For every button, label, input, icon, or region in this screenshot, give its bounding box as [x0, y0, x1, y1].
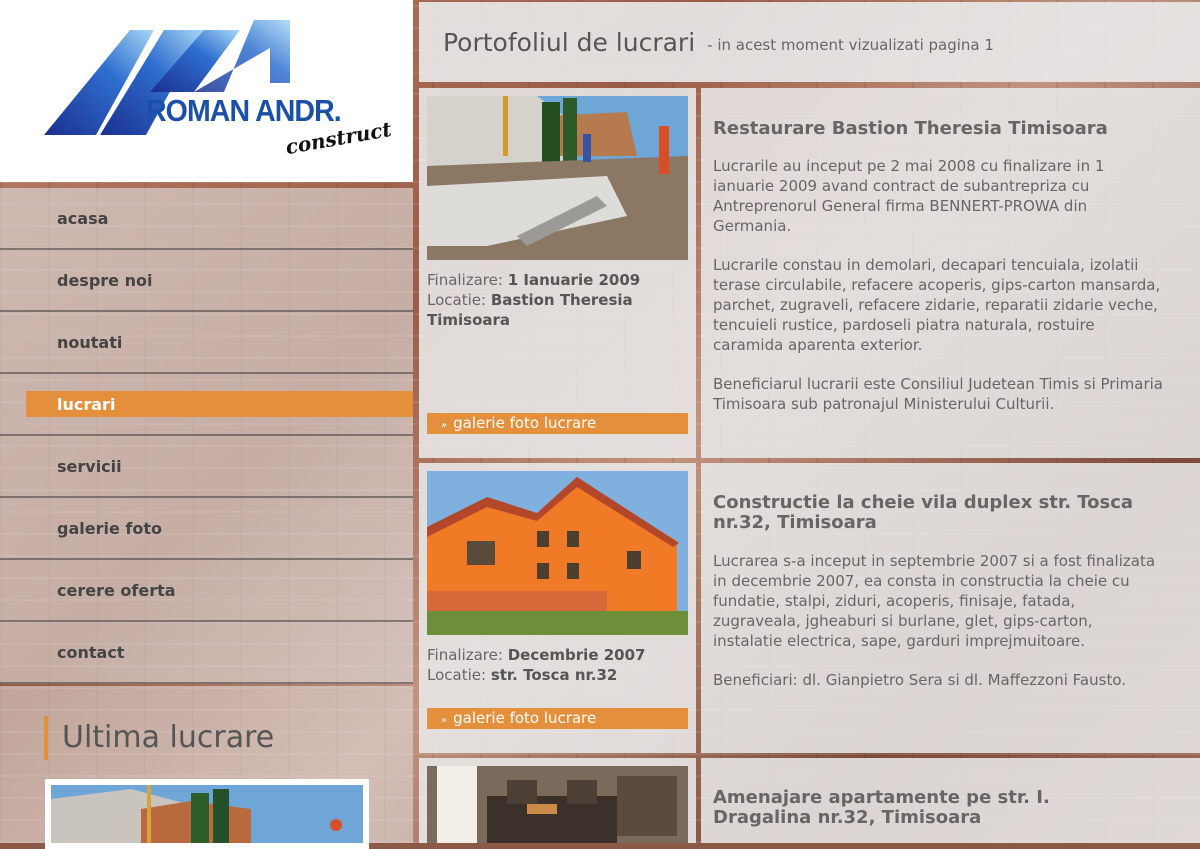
finish-label: Finalizare:: [427, 271, 503, 289]
project-title[interactable]: Amenajare apartamente pe str. I. Dragali…: [713, 788, 1153, 828]
project-description: Lucrarea s-a inceput in septembrie 2007 …: [713, 551, 1163, 709]
project-photo[interactable]: [427, 766, 688, 843]
arrow-right-icon: »: [441, 420, 448, 431]
gallery-button[interactable]: » galerie foto lucrare: [427, 413, 688, 434]
main-nav: acasa despre noi noutati lucrari servici…: [0, 188, 413, 684]
project-card: Finalizare: 1 Ianuarie 2009 Locatie: Bas…: [419, 88, 1200, 460]
project-paragraph: Beneficiari: dl. Gianpietro Sera si dl. …: [713, 671, 1127, 689]
project-paragraph: Beneficiarul lucrarii este Consiliul Jud…: [713, 375, 1163, 413]
gallery-button-label: galerie foto lucrare: [453, 709, 597, 727]
nav-item-label: servicii: [57, 456, 122, 476]
logo[interactable]: ROMAN ANDR. construct: [0, 0, 413, 182]
project-paragraph: Lucrarea s-a inceput in septembrie 2007 …: [713, 552, 1156, 650]
nav-item-label: cerere oferta: [57, 580, 176, 600]
nav-item-noutati[interactable]: noutati: [0, 312, 413, 374]
latest-work-title: Ultima lucrare: [44, 716, 274, 760]
finish-label: Finalizare:: [427, 646, 503, 664]
nav-item-label: noutati: [57, 332, 123, 352]
latest-work-thumbnail[interactable]: [45, 779, 369, 849]
project-summary: [419, 758, 696, 843]
project-summary: Finalizare: 1 Ianuarie 2009 Locatie: Bas…: [419, 88, 696, 458]
project-title[interactable]: Constructie la cheie vila duplex str. To…: [713, 493, 1153, 533]
nav-item-label: acasa: [57, 208, 109, 228]
finish-value: 1 Ianuarie 2009: [507, 271, 641, 289]
nav-item-label: galerie foto: [57, 518, 162, 538]
nav-item-contact[interactable]: contact: [0, 622, 413, 684]
location-value: str. Tosca nr.32: [490, 666, 618, 684]
project-details: Amenajare apartamente pe str. I. Dragali…: [701, 758, 1200, 843]
project-title[interactable]: Restaurare Bastion Theresia Timisoara: [713, 119, 1153, 139]
logo-title: ROMAN ANDR.: [146, 93, 342, 128]
project-details: Constructie la cheie vila duplex str. To…: [701, 463, 1200, 753]
project-description: Lucrarile au inceput pe 2 mai 2008 cu fi…: [713, 156, 1163, 433]
nav-item-label: despre noi: [57, 270, 153, 290]
nav-item-cerere-oferta[interactable]: cerere oferta: [0, 560, 413, 622]
project-paragraph: Lucrarile constau in demolari, decapari …: [713, 256, 1161, 354]
latest-work-image: [51, 785, 363, 843]
location-label: Locatie:: [427, 291, 487, 309]
nav-item-label: contact: [57, 642, 125, 662]
project-summary: Finalizare: Decembrie 2007 Locatie: str.…: [419, 463, 696, 753]
finish-value: Decembrie 2007: [507, 646, 646, 664]
nav-item-acasa[interactable]: acasa: [0, 188, 413, 250]
gallery-button-label: galerie foto lucrare: [453, 414, 597, 432]
project-photo[interactable]: [427, 96, 688, 260]
arrow-right-icon: »: [441, 715, 448, 726]
project-card: Finalizare: Decembrie 2007 Locatie: str.…: [419, 463, 1200, 755]
page-subtitle: - in acest moment vizualizati pagina 1: [707, 36, 994, 54]
project-photo[interactable]: [427, 471, 688, 635]
nav-item-lucrari[interactable]: lucrari: [0, 374, 413, 436]
gallery-button[interactable]: » galerie foto lucrare: [427, 708, 688, 729]
nav-item-galerie-foto[interactable]: galerie foto: [0, 498, 413, 560]
project-details: Restaurare Bastion Theresia Timisoara Lu…: [701, 88, 1200, 458]
nav-item-label: lucrari: [57, 394, 116, 414]
project-card: Amenajare apartamente pe str. I. Dragali…: [419, 758, 1200, 843]
page-title: Portofoliul de lucrari: [443, 27, 696, 57]
project-meta: Finalizare: Decembrie 2007 Locatie: str.…: [427, 645, 687, 685]
nav-item-servicii[interactable]: servicii: [0, 436, 413, 498]
project-paragraph: Lucrarile au inceput pe 2 mai 2008 cu fi…: [713, 157, 1105, 235]
project-meta: Finalizare: 1 Ianuarie 2009 Locatie: Bas…: [427, 270, 687, 330]
location-label: Locatie:: [427, 666, 487, 684]
page-header: Portofoliul de lucrari - in acest moment…: [419, 2, 1200, 82]
nav-item-despre-noi[interactable]: despre noi: [0, 250, 413, 312]
